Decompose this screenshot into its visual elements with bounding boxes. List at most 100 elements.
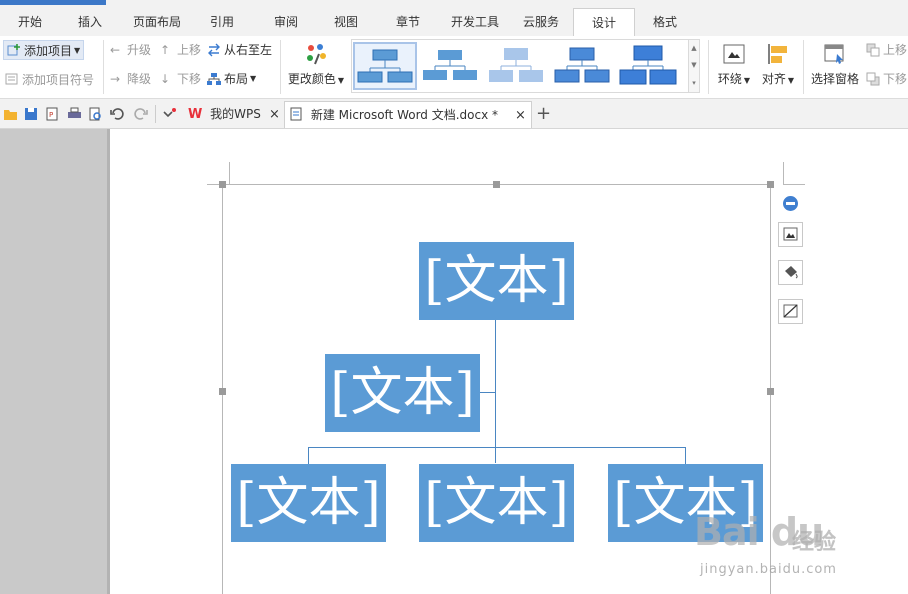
- text-wrap-icon: [783, 227, 798, 241]
- align-button[interactable]: 对齐 ▼: [758, 42, 798, 87]
- tab-my-wps[interactable]: W 我的WPS ×: [184, 101, 284, 128]
- connector-line: [480, 392, 495, 393]
- style-option-1[interactable]: [353, 42, 417, 90]
- chevron-down-icon: ▼: [250, 74, 257, 83]
- ribbon-divider: [708, 40, 709, 94]
- tab-page-layout[interactable]: 页面布局: [124, 8, 190, 36]
- redo-icon[interactable]: [133, 107, 148, 121]
- send-backward-label: 下移: [883, 72, 908, 86]
- demote-label: 降级: [127, 72, 152, 86]
- style-option-5[interactable]: [618, 42, 682, 90]
- bullet-list-icon: [5, 73, 18, 85]
- ribbon-divider: [280, 40, 281, 94]
- gallery-expand-icon[interactable]: ▾: [689, 74, 699, 92]
- swap-arrows-icon: [208, 43, 220, 56]
- gallery-scrollbar[interactable]: ▲ ▼ ▾: [688, 39, 700, 93]
- fill-quick-button[interactable]: [778, 260, 803, 285]
- smartart-node-top[interactable]: [文本]: [419, 242, 574, 320]
- arrow-left-icon: ←: [110, 42, 121, 57]
- quick-access-divider: [155, 105, 156, 123]
- promote-button[interactable]: ← 升级: [110, 41, 151, 58]
- send-backward-button[interactable]: 下移: [866, 70, 907, 87]
- tab-document[interactable]: 新建 Microsoft Word 文档.docx * ×: [284, 101, 532, 128]
- layout-button[interactable]: 布局 ▼: [207, 70, 256, 87]
- ribbon-divider: [103, 40, 104, 94]
- print-icon[interactable]: [67, 107, 82, 121]
- demote-button[interactable]: → 降级: [110, 70, 151, 87]
- tab-developer[interactable]: 开发工具: [440, 8, 510, 36]
- tab-references[interactable]: 引用: [198, 8, 246, 36]
- connector-line: [308, 447, 686, 448]
- close-icon[interactable]: ×: [515, 102, 526, 129]
- add-item-button[interactable]: 添加项目 ▼: [3, 40, 85, 60]
- arrow-down-icon: ↓: [160, 71, 171, 86]
- right-to-left-button[interactable]: 从右至左: [207, 41, 272, 58]
- workspace-background: [0, 129, 110, 594]
- resize-handle-top-left[interactable]: [219, 181, 226, 188]
- move-up-button[interactable]: ↑ 上移: [160, 41, 201, 58]
- resize-handle-top[interactable]: [493, 181, 500, 188]
- resize-handle-right[interactable]: [767, 388, 774, 395]
- watermark-sub: 经验: [792, 530, 837, 555]
- tab-insert[interactable]: 插入: [66, 8, 114, 36]
- change-colors-button[interactable]: 更改颜色 ▼: [286, 42, 346, 87]
- export-pdf-icon[interactable]: P: [45, 107, 60, 121]
- style-option-4[interactable]: [552, 42, 616, 90]
- customize-toolbar-icon[interactable]: [162, 107, 177, 121]
- shape-outline-icon: [783, 304, 798, 318]
- wrap-quick-button[interactable]: [778, 222, 803, 247]
- right-to-left-label: 从右至左: [224, 43, 273, 57]
- selection-pane-icon: [824, 44, 844, 64]
- wrap-button[interactable]: 环绕 ▼: [714, 42, 754, 87]
- layout-label: 布局: [224, 72, 249, 86]
- smartart-style-gallery: [351, 39, 689, 93]
- close-icon[interactable]: ×: [269, 101, 280, 128]
- margin-mark: [783, 184, 805, 185]
- bring-forward-button[interactable]: 上移: [866, 41, 907, 58]
- org-layout-icon: [207, 72, 221, 85]
- menu-tab-bar: 开始 插入 页面布局 引用 审阅 视图 章节 开发工具 云服务 设计 格式: [0, 0, 908, 36]
- outline-quick-button[interactable]: [778, 299, 803, 324]
- tab-chapter[interactable]: 章节: [384, 8, 432, 36]
- add-item-label: 添加项目: [24, 43, 73, 58]
- bring-forward-label: 上移: [883, 43, 908, 57]
- undo-icon[interactable]: [110, 107, 125, 121]
- add-item-icon: [7, 44, 20, 56]
- scroll-up-icon[interactable]: ▲: [689, 40, 699, 57]
- move-down-button[interactable]: ↓ 下移: [160, 70, 201, 87]
- ribbon-divider: [803, 40, 804, 94]
- add-bullet-button[interactable]: 添加项目符号: [5, 70, 94, 88]
- smartart-node-child-1[interactable]: [文本]: [231, 464, 386, 542]
- connector-line: [685, 447, 686, 464]
- scroll-down-icon[interactable]: ▼: [689, 57, 699, 74]
- smartart-node-child-2[interactable]: [文本]: [419, 464, 574, 542]
- connector-line: [495, 320, 496, 463]
- tab-review[interactable]: 审阅: [262, 8, 310, 36]
- style-option-3[interactable]: [486, 42, 550, 90]
- bring-forward-icon: [866, 43, 880, 56]
- text-wrap-icon: [723, 44, 745, 64]
- tab-format[interactable]: 格式: [636, 8, 694, 36]
- resize-handle-left[interactable]: [219, 388, 226, 395]
- style-option-2[interactable]: [420, 42, 484, 90]
- new-tab-plus-icon[interactable]: +: [536, 102, 551, 126]
- open-folder-icon[interactable]: [3, 107, 18, 121]
- chevron-down-icon: ▼: [787, 76, 795, 85]
- tab-home[interactable]: 开始: [6, 8, 54, 36]
- chevron-down-icon: ▼: [337, 76, 345, 85]
- print-preview-icon[interactable]: [88, 107, 103, 121]
- arrow-right-icon: →: [110, 71, 121, 86]
- selection-pane-button[interactable]: 选择窗格: [808, 42, 862, 87]
- tab-design[interactable]: 设计: [573, 8, 635, 36]
- tab-cloud[interactable]: 云服务: [514, 8, 568, 36]
- baidu-watermark: Bai du 经验 jingyan.baidu.com: [694, 510, 864, 590]
- collapse-minus-icon[interactable]: [783, 196, 798, 211]
- my-wps-label: 我的WPS: [210, 107, 261, 121]
- smartart-node-assistant[interactable]: [文本]: [325, 354, 480, 432]
- selection-pane-label: 选择窗格: [810, 72, 859, 86]
- tab-view[interactable]: 视图: [322, 8, 370, 36]
- resize-handle-top-right[interactable]: [767, 181, 774, 188]
- margin-mark: [783, 162, 784, 184]
- align-icon: [768, 44, 787, 64]
- save-icon[interactable]: [24, 107, 39, 121]
